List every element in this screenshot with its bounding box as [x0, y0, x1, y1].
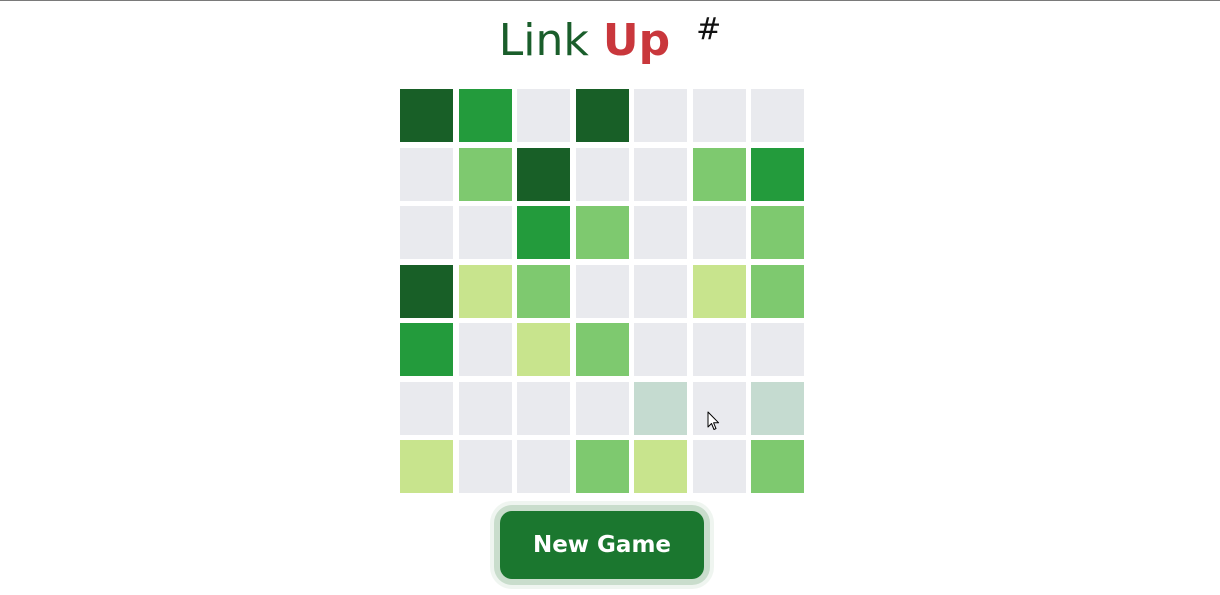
board-cell-r1-c7[interactable] — [751, 89, 804, 142]
board-cell-r2-c2[interactable] — [459, 148, 512, 201]
board-cell-r1-c1[interactable] — [400, 89, 453, 142]
board-cell-r6-c1[interactable] — [400, 382, 453, 435]
board-cell-r3-c4[interactable] — [576, 206, 629, 259]
board-cell-r4-c1[interactable] — [400, 265, 453, 318]
board-cell-r4-c2[interactable] — [459, 265, 512, 318]
board-cell-r5-c4[interactable] — [576, 323, 629, 376]
title-word-link: Link — [498, 15, 589, 66]
board-cell-r5-c2[interactable] — [459, 323, 512, 376]
board-cell-r5-c5[interactable] — [634, 323, 687, 376]
board-cell-r5-c6[interactable] — [693, 323, 746, 376]
board-cell-r7-c3[interactable] — [517, 440, 570, 493]
board-cell-r2-c6[interactable] — [693, 148, 746, 201]
board-cell-r4-c3[interactable] — [517, 265, 570, 318]
title-hash-symbol: # — [696, 12, 722, 47]
title-word-up: Up — [602, 15, 671, 66]
board-cell-r2-c4[interactable] — [576, 148, 629, 201]
page-title: Link Up # — [0, 12, 1220, 75]
board-cell-r6-c6[interactable] — [693, 382, 746, 435]
board-cell-r4-c7[interactable] — [751, 265, 804, 318]
board-cell-r6-c7[interactable] — [751, 382, 804, 435]
board-cell-r2-c3[interactable] — [517, 148, 570, 201]
board-cell-r1-c3[interactable] — [517, 89, 570, 142]
board-cell-r4-c4[interactable] — [576, 265, 629, 318]
new-game-button[interactable]: New Game — [500, 511, 704, 579]
board-cell-r7-c2[interactable] — [459, 440, 512, 493]
game-board — [400, 89, 804, 493]
board-cell-r2-c7[interactable] — [751, 148, 804, 201]
board-cell-r6-c4[interactable] — [576, 382, 629, 435]
board-cell-r1-c5[interactable] — [634, 89, 687, 142]
board-cell-r7-c4[interactable] — [576, 440, 629, 493]
board-cell-r1-c6[interactable] — [693, 89, 746, 142]
board-cell-r6-c2[interactable] — [459, 382, 512, 435]
board-cell-r1-c2[interactable] — [459, 89, 512, 142]
board-cell-r5-c1[interactable] — [400, 323, 453, 376]
board-cell-r3-c3[interactable] — [517, 206, 570, 259]
board-cell-r6-c5[interactable] — [634, 382, 687, 435]
top-border — [0, 0, 1220, 1]
board-cell-r7-c5[interactable] — [634, 440, 687, 493]
board-cell-r4-c5[interactable] — [634, 265, 687, 318]
board-cell-r5-c3[interactable] — [517, 323, 570, 376]
board-cell-r3-c7[interactable] — [751, 206, 804, 259]
board-cell-r3-c2[interactable] — [459, 206, 512, 259]
board-cell-r3-c1[interactable] — [400, 206, 453, 259]
board-cell-r7-c7[interactable] — [751, 440, 804, 493]
board-cell-r2-c5[interactable] — [634, 148, 687, 201]
board-cell-r7-c6[interactable] — [693, 440, 746, 493]
board-cell-r6-c3[interactable] — [517, 382, 570, 435]
board-cell-r1-c4[interactable] — [576, 89, 629, 142]
board-cell-r5-c7[interactable] — [751, 323, 804, 376]
board-cell-r3-c6[interactable] — [693, 206, 746, 259]
board-cell-r2-c1[interactable] — [400, 148, 453, 201]
board-cell-r4-c6[interactable] — [693, 265, 746, 318]
board-cell-r3-c5[interactable] — [634, 206, 687, 259]
board-cell-r7-c1[interactable] — [400, 440, 453, 493]
